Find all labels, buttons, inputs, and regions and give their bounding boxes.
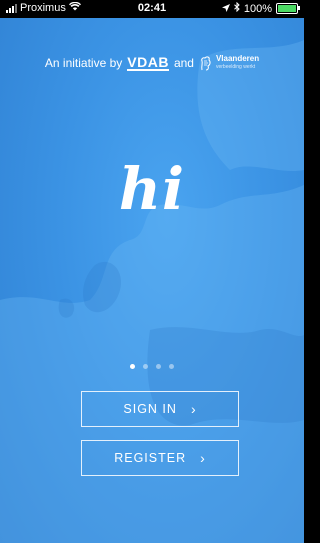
- page-indicator: [0, 364, 304, 369]
- vdab-logo: VDAB: [127, 53, 169, 71]
- bluetooth-icon: [234, 1, 240, 15]
- page-dot-3[interactable]: [156, 364, 161, 369]
- sign-in-label: SIGN IN: [123, 402, 177, 416]
- lion-icon: [201, 56, 211, 71]
- battery-icon: [276, 3, 300, 14]
- initiative-prefix: An initiative by: [44, 56, 123, 70]
- page-dot-2[interactable]: [143, 364, 148, 369]
- chevron-right-icon: ›: [200, 450, 206, 466]
- register-label: REGISTER: [114, 451, 187, 465]
- battery-percent: 100%: [243, 2, 272, 15]
- vlaanderen-name: Vlaanderen: [215, 54, 260, 63]
- status-indicators: 100%: [221, 1, 300, 15]
- register-button[interactable]: REGISTER ›: [81, 440, 239, 476]
- initiative-banner: An initiative by VDAB and Vlaanderen ver…: [0, 55, 304, 71]
- sign-in-button[interactable]: SIGN IN ›: [81, 391, 239, 427]
- app-logo: hi: [118, 155, 186, 223]
- vlaanderen-tagline: verbeelding werkt: [215, 64, 256, 70]
- page-dot-4[interactable]: [169, 364, 174, 369]
- status-bar: Proximus 02:41 100%: [0, 0, 304, 18]
- welcome-screen: Proximus 02:41 100% An initiative by VDA…: [0, 0, 304, 543]
- chevron-right-icon: ›: [190, 401, 197, 417]
- page-dot-1[interactable]: [130, 364, 135, 369]
- location-icon: [221, 3, 230, 15]
- vlaanderen-logo: Vlaanderen verbeelding werkt: [199, 55, 259, 71]
- initiative-and: and: [173, 56, 194, 70]
